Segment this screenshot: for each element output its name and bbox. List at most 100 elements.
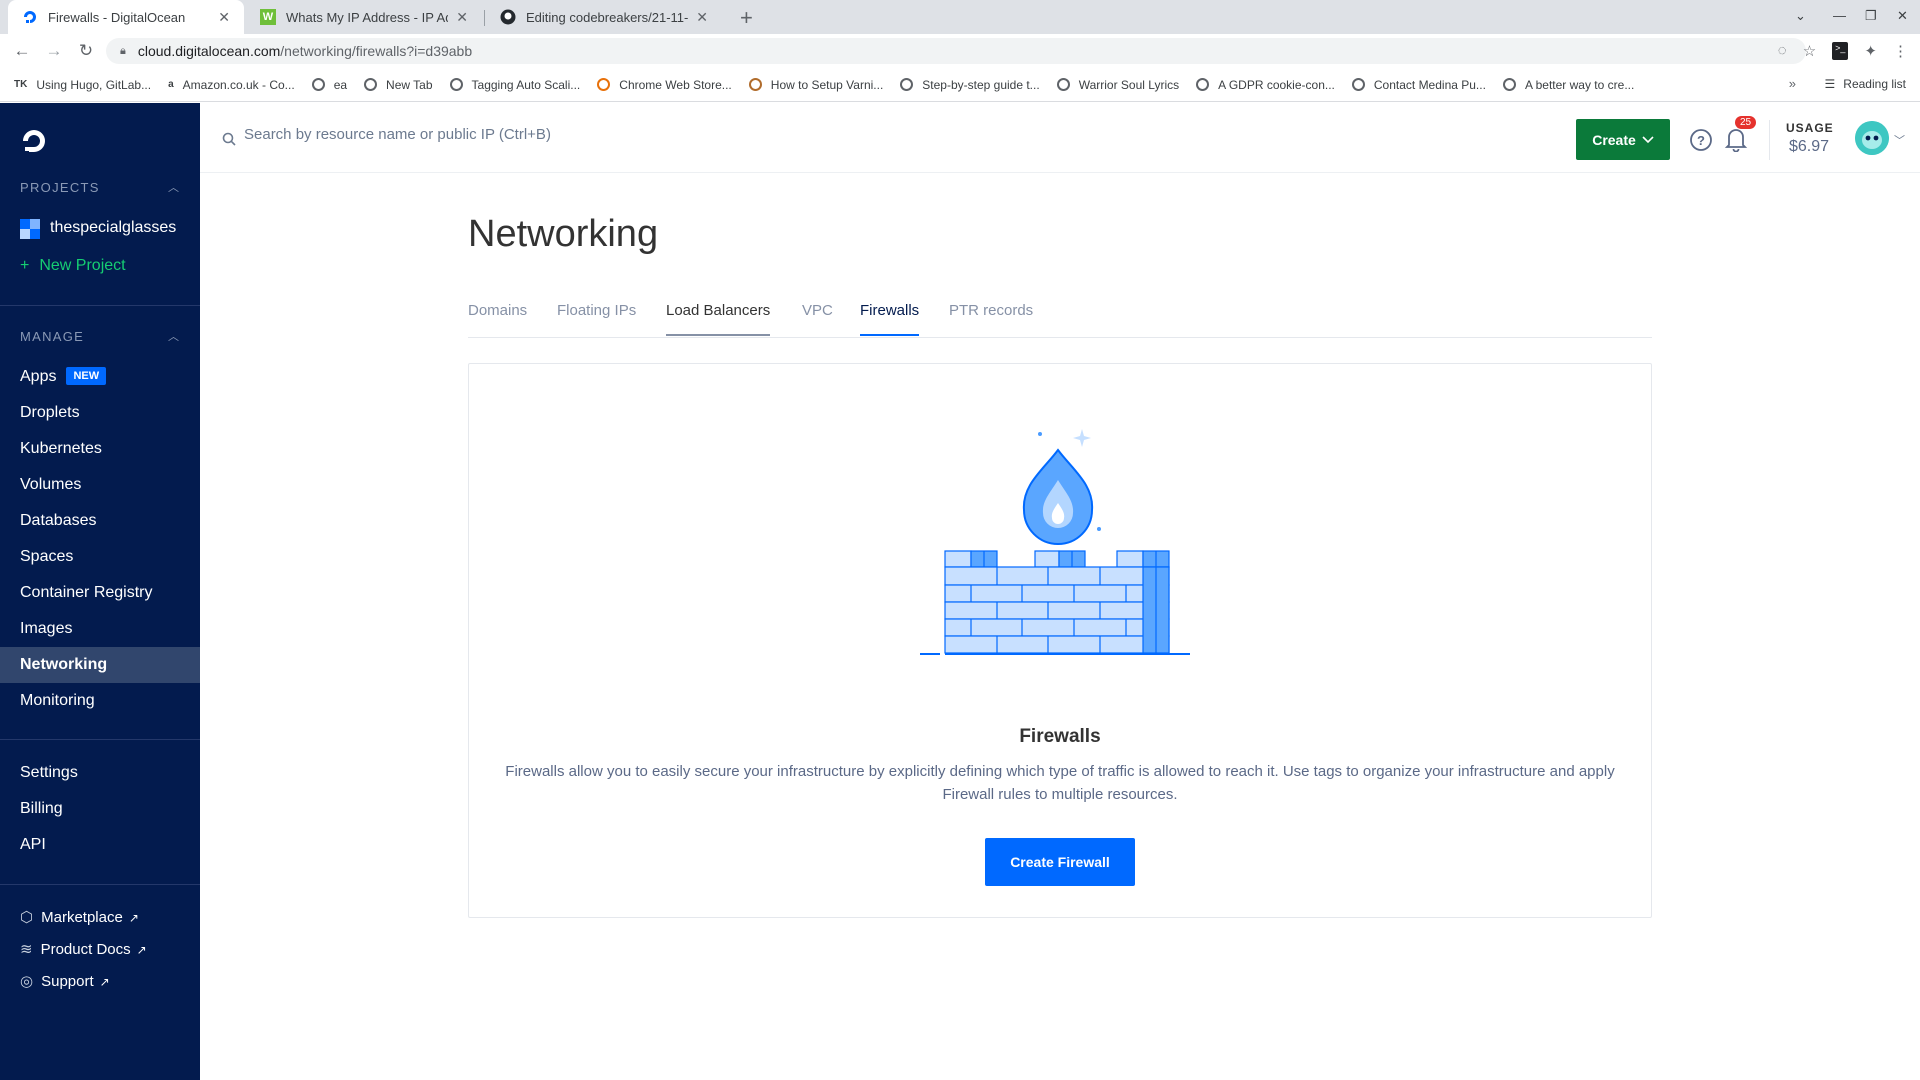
- layers-icon: ≋: [20, 941, 33, 958]
- sidebar-item-monitoring[interactable]: Monitoring: [20, 692, 95, 710]
- external-link-icon: ↗: [99, 975, 110, 989]
- sidebar-item-images[interactable]: Images: [20, 620, 72, 638]
- sidebar-item-marketplace[interactable]: ⬡ Marketplace ↗: [20, 908, 139, 926]
- collapse-chevron-icon[interactable]: ︿: [168, 179, 179, 195]
- sidebar-item-spaces[interactable]: Spaces: [20, 548, 73, 566]
- bookmark-label: Step-by-step guide t...: [922, 77, 1040, 92]
- sidebar-item-apps[interactable]: Apps NEW: [20, 367, 107, 386]
- tab-search-chevron-icon[interactable]: ⌄: [1795, 8, 1806, 24]
- sidebar-item-label: Apps: [20, 368, 57, 385]
- avatar[interactable]: [1855, 121, 1889, 155]
- tab-floating-ips[interactable]: Floating IPs: [557, 302, 636, 319]
- tab-ptr-records[interactable]: PTR records: [949, 302, 1033, 319]
- tab-domains[interactable]: Domains: [468, 302, 527, 319]
- terminal-extension-icon[interactable]: >_: [1832, 42, 1849, 60]
- eye-off-icon[interactable]: ◌: [1778, 42, 1787, 60]
- sidebar: PROJECTS ︿ thespecialglasses + New Projec…: [0, 103, 200, 1080]
- sidebar-item-volumes[interactable]: Volumes: [20, 476, 81, 494]
- browser-tab-firewalls[interactable]: Firewalls - DigitalOcean ✕: [8, 0, 244, 34]
- chevron-down-icon: [1642, 135, 1654, 143]
- globe-icon: [1502, 78, 1516, 91]
- kebab-menu-icon[interactable]: ⋮: [1893, 42, 1908, 60]
- sidebar-item-settings[interactable]: Settings: [20, 764, 78, 782]
- sidebar-item-databases[interactable]: Databases: [20, 512, 97, 530]
- sidebar-item-droplets[interactable]: Droplets: [20, 404, 80, 422]
- bookmark-item[interactable]: How to Setup Varni...: [748, 77, 884, 92]
- tab-vpc[interactable]: VPC: [802, 302, 833, 319]
- globe-icon: [900, 78, 914, 91]
- sidebar-item-product-docs[interactable]: ≋ Product Docs ↗: [20, 940, 147, 958]
- sidebar-item-api[interactable]: API: [20, 836, 46, 854]
- globe-icon: [1351, 78, 1365, 91]
- amazon-favicon-icon: a: [168, 79, 174, 90]
- url-input[interactable]: 🔒︎ cloud.digitalocean.com/networking/fir…: [106, 38, 1806, 64]
- reading-list-button[interactable]: ☰ Reading list: [1825, 77, 1906, 91]
- tab-title: Whats My IP Address - IP Addre: [286, 9, 448, 25]
- globe-icon: [364, 78, 378, 91]
- create-button[interactable]: Create: [1576, 119, 1670, 160]
- close-icon[interactable]: ✕: [456, 9, 468, 26]
- search-input[interactable]: [244, 126, 944, 143]
- bell-icon[interactable]: [1724, 126, 1748, 152]
- sidebar-item-billing[interactable]: Billing: [20, 800, 63, 818]
- create-label: Create: [1592, 131, 1636, 148]
- digitalocean-logo-icon[interactable]: [20, 127, 48, 155]
- restore-icon[interactable]: ❐: [1865, 8, 1877, 24]
- sidebar-item-networking[interactable]: Networking: [20, 656, 107, 674]
- bookmark-item[interactable]: New Tab: [364, 78, 433, 92]
- close-icon[interactable]: ✕: [218, 9, 230, 26]
- lock-icon: 🔒︎: [120, 44, 126, 57]
- project-item-thespecialglasses[interactable]: thespecialglasses: [50, 219, 176, 237]
- browser-tab-github[interactable]: Editing codebreakers/21-11-01- ✕: [486, 0, 722, 34]
- forward-arrow-icon[interactable]: →: [38, 41, 70, 61]
- puzzle-extensions-icon[interactable]: ✦: [1864, 42, 1877, 60]
- tab-load-balancers[interactable]: Load Balancers: [666, 302, 771, 336]
- globe-icon: [1056, 78, 1070, 91]
- digitalocean-favicon-icon: [22, 9, 38, 25]
- reading-list-label: Reading list: [1843, 77, 1906, 91]
- github-favicon-icon: [500, 9, 516, 25]
- usage-value[interactable]: $6.97: [1789, 138, 1829, 156]
- bookmark-item[interactable]: Tagging Auto Scali...: [449, 77, 581, 92]
- page-title: Networking: [468, 213, 659, 255]
- sidebar-item-label: Support: [41, 973, 94, 990]
- tab-firewalls[interactable]: Firewalls: [860, 302, 920, 336]
- bookmark-item[interactable]: Contact Medina Pu...: [1351, 78, 1486, 92]
- bookmark-label: A GDPR cookie-con...: [1218, 77, 1335, 92]
- star-icon[interactable]: ☆: [1803, 42, 1816, 60]
- bookmark-item[interactable]: a Amazon.co.uk - Co...: [168, 78, 295, 92]
- chevron-down-icon[interactable]: ﹀: [1894, 132, 1905, 148]
- close-icon[interactable]: ✕: [696, 9, 708, 26]
- bookmark-label: How to Setup Varni...: [770, 77, 884, 92]
- bookmark-item[interactable]: A better way to cre...: [1502, 78, 1634, 92]
- new-project-button[interactable]: + New Project: [20, 257, 126, 275]
- create-firewall-button[interactable]: Create Firewall: [985, 838, 1135, 886]
- browser-tab-whatsmyip[interactable]: W Whats My IP Address - IP Addre ✕: [246, 0, 482, 34]
- tab-separator: [484, 10, 485, 26]
- collapse-chevron-icon[interactable]: ︿: [168, 328, 179, 344]
- more-bookmarks-chevron-icon[interactable]: »: [1789, 76, 1796, 91]
- bookmark-label: Using Hugo, GitLab...: [36, 77, 152, 92]
- sidebar-divider: [0, 739, 200, 740]
- bookmark-label: Tagging Auto Scali...: [471, 77, 581, 92]
- sidebar-item-kubernetes[interactable]: Kubernetes: [20, 440, 102, 458]
- help-icon[interactable]: ?: [1689, 128, 1713, 152]
- sidebar-item-label: Product Docs: [40, 941, 131, 958]
- back-arrow-icon[interactable]: ←: [6, 41, 38, 61]
- address-bar-row: ← → ↻ 🔒︎ cloud.digitalocean.com/networki…: [0, 34, 1920, 68]
- bookmark-item[interactable]: Step-by-step guide t...: [900, 77, 1040, 92]
- minimize-icon[interactable]: —: [1833, 8, 1846, 23]
- tab-title: Editing codebreakers/21-11-01-: [526, 9, 689, 25]
- bookmark-item[interactable]: Warrior Soul Lyrics: [1056, 78, 1179, 92]
- sidebar-item-container-registry[interactable]: Container Registry: [20, 584, 153, 602]
- bookmark-item[interactable]: A GDPR cookie-con...: [1196, 78, 1335, 92]
- new-tab-plus-icon[interactable]: +: [740, 5, 753, 31]
- bookmark-item[interactable]: Chrome Web Store...: [597, 78, 732, 92]
- bookmark-item[interactable]: ea: [311, 78, 347, 92]
- window-close-icon[interactable]: ✕: [1897, 8, 1908, 24]
- reload-icon[interactable]: ↻: [70, 41, 102, 61]
- tk-favicon-icon: TK: [14, 79, 28, 90]
- sidebar-item-support[interactable]: ◎ Support ↗: [20, 972, 110, 990]
- bookmark-item[interactable]: TK Using Hugo, GitLab...: [14, 78, 151, 92]
- plus-icon: +: [20, 257, 30, 274]
